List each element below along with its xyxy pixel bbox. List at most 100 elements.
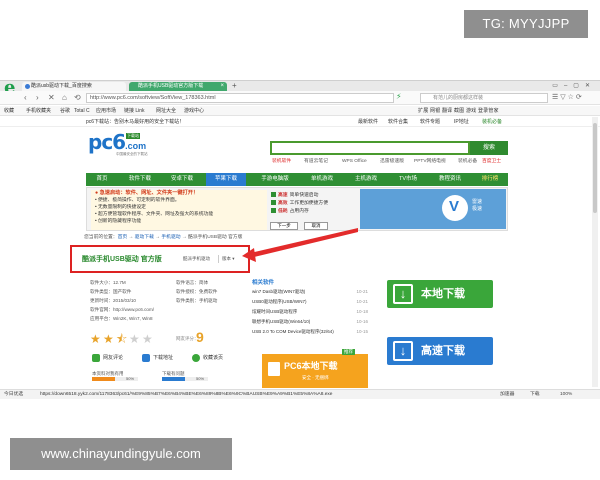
breadcrumb-item[interactable]: 驱动下载 (135, 235, 154, 240)
site-search-input[interactable] (270, 141, 470, 155)
version-dropdown[interactable]: 版本 ▾ (218, 255, 235, 263)
hot-link[interactable]: 装机必备 (458, 157, 477, 167)
nav-android[interactable]: 安卓下载 (162, 173, 202, 186)
page-scrollbar[interactable] (592, 117, 598, 387)
breadcrumb-item[interactable]: 手机驱动 (161, 235, 180, 240)
promo-line: • 便捷、极简操作、可定制的软件界面。 (95, 198, 180, 203)
scrollbar-thumb[interactable] (593, 123, 597, 213)
bookmark-link[interactable]: 收藏该页 (192, 352, 223, 364)
new-tab-button[interactable]: + (232, 81, 237, 91)
logo-tag: 下载站 (126, 133, 140, 139)
banner-subtitle: 安全 · 无捆绑 (302, 375, 329, 380)
download-address-link[interactable]: 下载地址 (142, 352, 173, 364)
promo-check-row: 高速 简单快速启动 (271, 192, 361, 200)
history-icon[interactable]: ⟲ (74, 92, 81, 104)
star-empty-icon: ★ (129, 332, 140, 346)
comment-link[interactable]: 网友评论 (92, 352, 123, 364)
brand-text: 雷速 极速 (472, 199, 483, 212)
top-link[interactable]: 软件专题 (420, 117, 440, 127)
baidu-icon (25, 84, 30, 89)
top-link[interactable]: IP地址 (454, 117, 469, 127)
hot-link[interactable]: 有道云笔记 (304, 157, 328, 167)
close-icon[interactable]: × (220, 82, 224, 91)
related-item[interactable]: win7 Dasb驱动(WIN7驱动) 10-21 (252, 287, 372, 297)
related-item[interactable]: USB0驱动程序(USB/WIN7) 10-21 (252, 297, 372, 307)
detail-website[interactable]: 软件官网：http://www.pc6.com/ (90, 305, 154, 314)
back-icon[interactable]: ‹ (24, 92, 27, 104)
bookmark-item[interactable]: 链接 Link (124, 106, 145, 116)
toolbar-right-icons[interactable]: ☰▽☆⟳ (552, 92, 584, 104)
related-item[interactable]: USB 2.0 To COM Device驱动程序(32/64) 10-15 (252, 327, 372, 337)
check-icon (271, 192, 276, 198)
pc6-download-banner[interactable]: PC6本地下载 安全 · 无捆绑 推荐 (262, 349, 368, 388)
related-item[interactable]: 联想手机USB驱动(Win64/10) 10-16 (252, 317, 372, 327)
bookmark-item[interactable]: 手机收藏夹 (26, 106, 51, 116)
nav-tutorials[interactable]: 教程资讯 (430, 173, 470, 186)
bookmarks-right-tools[interactable]: 扩展 网银 翻译 截图 游戏 登录管家 (418, 106, 499, 116)
bookmark-item[interactable]: 网址大全 (156, 106, 176, 116)
tab-pc6-page[interactable]: 酷派手机USB驱动官方版下载 × (129, 82, 227, 91)
nav-tv[interactable]: TV市场 (390, 173, 426, 186)
top-link[interactable]: 最新软件 (358, 117, 378, 127)
promo-brand-image: V 雷速 极速 (360, 189, 506, 229)
status-left[interactable]: 今日优选 (4, 390, 23, 399)
vote-fill (92, 377, 115, 381)
hot-link[interactable]: WPS Office (342, 157, 367, 167)
bookmark-item[interactable]: 谷歌 (60, 106, 70, 116)
detail-size: 软件大小：12.7M (90, 280, 126, 285)
banner-title: PC6本地下载 (284, 361, 338, 371)
browser-search-input[interactable]: 有范儿的厨房都这样装 (420, 93, 548, 103)
breadcrumb-item[interactable]: 首页 (118, 235, 128, 240)
site-search-button[interactable]: 搜索 (470, 141, 508, 155)
hot-link[interactable]: PPTV网络电视 (414, 157, 446, 167)
nav-apple[interactable]: 苹果下载 (206, 173, 246, 186)
forward-icon[interactable]: › (36, 92, 39, 104)
window-controls[interactable]: ▭–▢✕ (552, 81, 596, 91)
site-slogan: pc6下载站：告别木马最好用的安全下载站！ (86, 119, 185, 125)
fast-download-label: 高速下载 (421, 345, 465, 357)
bookmarks-bar: 收藏 手机收藏夹 谷歌 Total C 应用市场 链接 Link 网址大全 游戏… (0, 106, 600, 116)
bookmark-item[interactable]: 游戏中心 (184, 106, 204, 116)
nav-console-games[interactable]: 主机游戏 (346, 173, 386, 186)
top-link[interactable]: 装机必备 (482, 117, 502, 127)
nav-ranking[interactable]: 排行榜 (474, 173, 506, 186)
watermark-overlay-label: www.chinayundingyule.com (10, 438, 232, 470)
bookmark-item[interactable]: 收藏 (4, 106, 14, 116)
promo-features: ● 急速启动：软件、网址、文件夹一键打开！ • 便捷、极简操作、可定制的软件界面… (91, 190, 267, 230)
address-bar[interactable]: http://www.pc6.com/softview/SoftView_178… (86, 93, 394, 103)
vote-problem[interactable]: 下载有问题 50% (162, 371, 212, 383)
tab-baidu-search[interactable]: 酷派usb驱动下载_百度搜索 (22, 82, 126, 91)
tab-bar: 酷派usb驱动下载_百度搜索 酷派手机USB驱动官方版下载 × + ▭–▢✕ (0, 81, 600, 91)
download-icon (142, 354, 150, 362)
bookmark-item[interactable]: 应用市场 (96, 106, 116, 116)
check-icon (271, 208, 276, 214)
hot-link[interactable]: 迅雷极速版 (380, 157, 404, 167)
hot-link[interactable]: 百度卫士 (482, 157, 501, 167)
lightning-icon[interactable]: ⚡ (396, 92, 402, 101)
promo-check-row: 高效 工作更加便捷方便 (271, 200, 361, 208)
status-bar: 今日优选 https://down6518.yyk2.com/1178363/p… (0, 389, 600, 399)
top-link[interactable]: 软件合集 (388, 117, 408, 127)
stop-icon[interactable]: ✕ (48, 92, 55, 104)
bookmark-item[interactable]: Total C (74, 106, 90, 116)
comment-icon (92, 354, 100, 362)
nav-single-games[interactable]: 单机游戏 (302, 173, 342, 186)
nav-software[interactable]: 软件下载 (120, 173, 160, 186)
breadcrumb-prefix: 您当前的位置： (84, 235, 118, 240)
action-links: 网友评论 下载地址 收藏该页 (92, 352, 262, 364)
site-logo[interactable]: pc6.com 下载站 中国最安全的下载站 (88, 130, 148, 160)
local-download-button[interactable]: ↓ 本地下载 (387, 280, 493, 308)
hot-link[interactable]: 装机软件 (272, 157, 291, 167)
hot-links: 装机软件 有道云笔记 WPS Office 迅雷极速版 PPTV网络电视 装机必… (272, 157, 502, 167)
vote-useful[interactable]: 本资料对我有用 50% (92, 371, 142, 383)
status-downloads[interactable]: 下载 (530, 390, 540, 399)
promo-line: • 创新的隐藏程序功能 (95, 219, 142, 224)
status-zoom[interactable]: 100% (560, 390, 572, 399)
nav-mobile-pc[interactable]: 手游电脑版 (252, 173, 298, 186)
vote-bars: 本资料对我有用 50% 下载有问题 50% (92, 371, 262, 385)
status-accelerator[interactable]: 加速器 (500, 390, 514, 399)
home-icon[interactable]: ⌂ (62, 92, 67, 104)
nav-home[interactable]: 首页 (86, 173, 118, 186)
related-item[interactable]: 炫耀时间USB驱动程序 10-18 (252, 307, 372, 317)
fast-download-button[interactable]: ↓ 高速下载 (387, 337, 493, 365)
